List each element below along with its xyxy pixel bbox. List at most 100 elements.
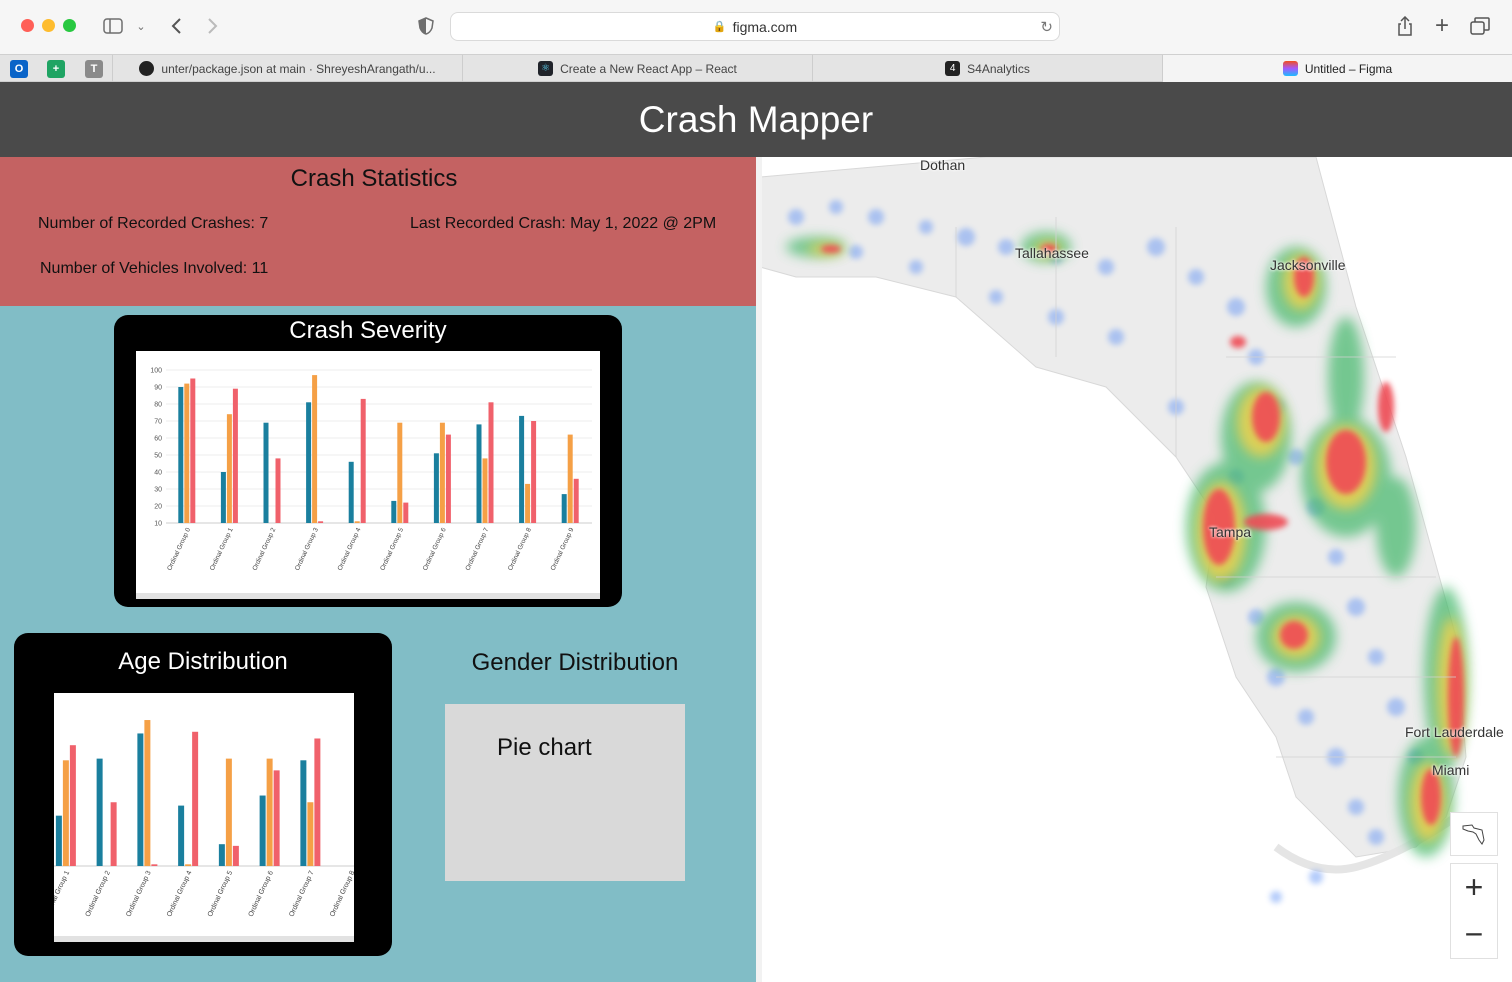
y-tick-label: 30	[154, 487, 162, 494]
new-tab-icon[interactable]: +	[1431, 12, 1453, 40]
bar	[69, 745, 76, 866]
forward-button[interactable]	[203, 12, 223, 40]
gender-distribution-title: Gender Distribution	[471, 649, 679, 676]
zoom-in-button[interactable]: +	[1451, 864, 1497, 911]
outlook-pinned-tab[interactable]: O	[10, 60, 28, 78]
bar	[275, 458, 281, 523]
map-divider	[756, 157, 762, 982]
map-label-miami: Miami	[1432, 762, 1470, 778]
minimize-window-button[interactable]	[42, 19, 55, 32]
sheets-pinned-tab[interactable]: +	[47, 60, 65, 78]
url-text: figma.com	[732, 18, 798, 35]
crash-severity-title: Crash Severity	[289, 317, 447, 344]
sidebar-toggle-icon[interactable]	[102, 12, 124, 40]
bar	[137, 733, 144, 866]
bar	[312, 375, 318, 523]
bar	[110, 802, 117, 866]
bar	[96, 758, 103, 866]
bar	[476, 424, 482, 523]
bar	[360, 398, 366, 523]
x-tick-label: Ordinal Group 9	[550, 527, 576, 572]
bar	[354, 521, 360, 523]
y-tick-label: 80	[154, 402, 162, 409]
y-tick-label: 70	[154, 419, 162, 426]
recorded-crashes-stat: Number of Recorded Crashes: 7	[38, 215, 269, 232]
tab-label: Untitled – Figma	[1304, 61, 1393, 76]
bar	[226, 414, 232, 523]
map-label-jacksonville: Jacksonville	[1270, 257, 1346, 273]
share-icon[interactable]	[1394, 12, 1416, 40]
app-title: Crash Mapper	[638, 98, 874, 140]
bar	[525, 483, 531, 523]
bar	[573, 478, 579, 523]
chart-scrollbar[interactable]	[136, 593, 600, 599]
crash-severity-card: Crash Severity 10 20 30 40 50 60 70 80 90 100 Ordi…	[114, 315, 622, 607]
florida-map	[759, 157, 1468, 903]
crash-severity-svg: 10 20 30 40 50 60 70 80 90 100 Ordinal Group 0 Ordi…	[150, 368, 592, 572]
x-tick-label: Ordinal Group 7	[464, 527, 490, 572]
bar	[151, 864, 158, 866]
bar	[318, 521, 324, 523]
bar	[266, 758, 273, 866]
bar	[185, 864, 192, 866]
crash-heatmap[interactable]: Dothan Tallahassee Jacksonville Tampa Fo…	[756, 157, 1512, 982]
stats-heading: Crash Statistics	[290, 165, 458, 192]
s4-icon: 4	[945, 61, 961, 76]
tab-label: Create a New React App – React	[560, 61, 737, 76]
tab-github[interactable]: unter/package.json at main · ShreyeshAra…	[112, 55, 462, 82]
app-header: Crash Mapper	[0, 82, 1512, 157]
x-tick-label: Ordinal Group 1	[209, 527, 235, 572]
bar	[519, 415, 525, 523]
zoom-out-button[interactable]: −	[1451, 911, 1497, 958]
x-tick-label: Ordinal Group 3	[294, 527, 320, 572]
x-tick-label: Ordinal Group 5	[379, 527, 405, 572]
map-label-fort-lauderdale: Fort Lauderdale	[1405, 724, 1504, 740]
react-icon: ⚛	[538, 61, 554, 76]
x-tick-label: Ordinal Group 8	[507, 527, 533, 572]
x-tick-label: Ordinal Group 2	[251, 527, 277, 572]
bar	[184, 383, 190, 523]
zoom-window-button[interactable]	[63, 19, 76, 32]
reload-icon[interactable]: ↻	[1040, 18, 1053, 36]
bar	[445, 434, 451, 523]
bar	[307, 802, 314, 866]
bar	[259, 795, 266, 866]
y-tick-label: 10	[154, 521, 162, 528]
privacy-shield-icon[interactable]	[416, 12, 436, 40]
bar	[232, 388, 238, 523]
close-window-button[interactable]	[21, 19, 34, 32]
figma-icon	[1282, 61, 1298, 76]
back-button[interactable]	[166, 12, 186, 40]
chevron-down-icon[interactable]: ⌄	[134, 12, 148, 40]
bar	[306, 402, 312, 523]
bar	[348, 461, 354, 523]
address-bar[interactable]: 🔒 figma.com ↻	[450, 12, 1060, 41]
bar	[218, 844, 225, 866]
x-tick-label: Ordinal Group 8	[329, 870, 354, 918]
bar	[300, 760, 307, 866]
map-label-dothan: Dothan	[920, 157, 966, 173]
pie-chart-label: Pie chart	[497, 734, 592, 761]
x-tick-label: Ordinal Group 4	[166, 870, 193, 918]
tab-overview-icon[interactable]	[1469, 12, 1491, 40]
y-tick-label: 100	[150, 368, 162, 375]
tab-figma[interactable]: Untitled – Figma	[1162, 55, 1512, 82]
bar	[531, 421, 537, 523]
crash-severity-chart: 10 20 30 40 50 60 70 80 90 100 Ordinal Group 0 Ordi…	[136, 351, 600, 599]
x-tick-label: Ordinal Group 2	[85, 870, 112, 918]
y-tick-label: 50	[154, 453, 162, 460]
bar	[433, 453, 439, 523]
y-tick-label: 60	[154, 436, 162, 443]
tab-label: unter/package.json at main · ShreyeshAra…	[161, 61, 436, 76]
bar	[178, 387, 184, 523]
tab-s4analytics[interactable]: 4 S4Analytics	[812, 55, 1162, 82]
browser-titlebar: ⌄ 🔒 figma.com ↻ +	[0, 0, 1512, 54]
x-tick-label: Ordinal Group 6	[422, 527, 448, 572]
tab-react[interactable]: ⚛ Create a New React App – React	[462, 55, 812, 82]
reset-view-florida-icon[interactable]	[1450, 812, 1498, 856]
charts-panel: Crash Severity 10 20 30 40 50 60 70 80 90 100 Ordi…	[0, 306, 756, 982]
t-pinned-tab[interactable]: T	[85, 60, 103, 78]
chart-scrollbar[interactable]	[54, 936, 354, 942]
bar	[192, 731, 199, 866]
bar	[178, 805, 185, 866]
